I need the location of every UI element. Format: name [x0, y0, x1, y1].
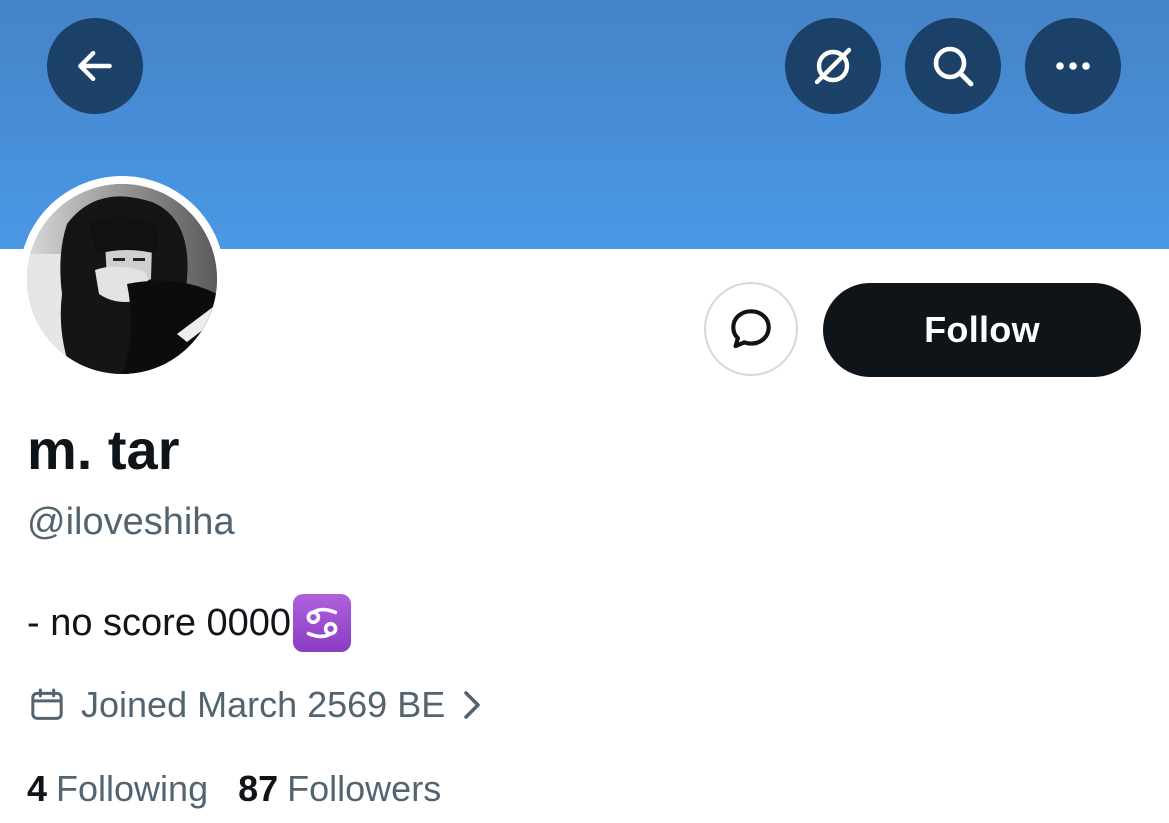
search-button[interactable] — [905, 18, 1001, 114]
profile-bio: - no score 0000 — [27, 594, 352, 652]
following-count: 4 — [27, 768, 48, 809]
arrow-left-icon — [78, 50, 112, 82]
grok-icon — [814, 47, 852, 85]
chevron-right-icon — [459, 689, 485, 721]
display-name: m. tar — [27, 418, 180, 481]
followers-count: 87 — [238, 768, 279, 809]
back-button[interactable] — [47, 18, 143, 114]
follow-stats: 4 Following 87 Followers — [27, 764, 471, 814]
follow-button[interactable]: Follow — [823, 283, 1141, 377]
followers-label: Followers — [287, 768, 442, 809]
joined-date-row[interactable]: Joined March 2569 BE — [27, 680, 485, 730]
profile-page: Follow m. tar @iloveshiha - no score 000… — [0, 0, 1169, 823]
avatar-photo — [27, 184, 217, 374]
more-horizontal-icon — [1056, 62, 1090, 70]
grok-button[interactable] — [785, 18, 881, 114]
message-button[interactable] — [704, 282, 798, 376]
joined-date-text: Joined March 2569 BE — [81, 684, 446, 725]
message-bubble-icon — [731, 309, 771, 349]
user-handle: @iloveshiha — [27, 501, 235, 543]
following-label: Following — [56, 768, 209, 809]
search-icon — [933, 46, 974, 87]
followers-link[interactable]: 87 Followers — [238, 768, 441, 810]
follow-button-label: Follow — [924, 309, 1040, 350]
cancer-zodiac-icon — [293, 594, 352, 652]
more-button[interactable] — [1025, 18, 1121, 114]
bio-text: - no score 0000 — [27, 602, 292, 644]
calendar-icon — [27, 685, 67, 725]
following-link[interactable]: 4 Following — [27, 768, 208, 810]
avatar[interactable] — [27, 184, 217, 374]
